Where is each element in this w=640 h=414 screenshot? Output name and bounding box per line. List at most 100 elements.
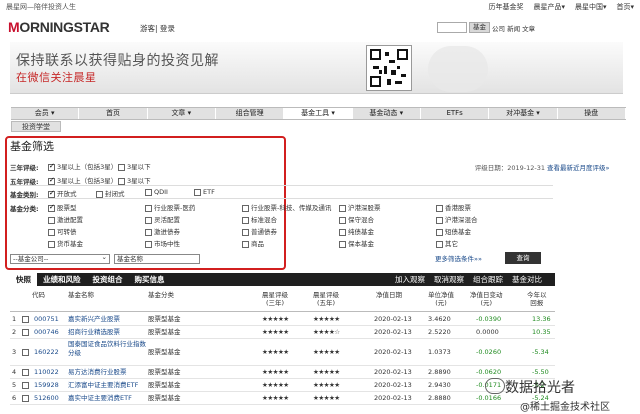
table-row[interactable]: 3 160222 国泰国证食品饮料行业指数分级 股票型基金 ★★★★★ ★★★★★ 2020… <box>10 339 555 366</box>
search-scope-options[interactable]: 公司 新闻 文章 <box>492 23 535 33</box>
col-rating3[interactable]: 晨星评级 (三年) <box>262 291 288 307</box>
table-row[interactable]: 2 000746 招商行业精选股票 股票型基金 ★★★★★ ★★★★☆ 2020-02-13… <box>10 326 555 339</box>
row-select-checkbox[interactable] <box>22 348 29 357</box>
tab-purchase-info[interactable]: 购买信息 <box>129 273 171 286</box>
search-fund-button[interactable]: 基金 <box>469 22 490 33</box>
fund-code-link[interactable]: 000751 <box>34 315 59 324</box>
fund-name-link[interactable]: 汇添富中证主要消费ETF <box>68 381 138 390</box>
fund-code-link[interactable]: 110022 <box>34 368 59 377</box>
row-select-checkbox[interactable] <box>22 394 29 403</box>
rating3-below-checkbox[interactable]: 3星以下 <box>118 161 151 171</box>
rating3-above-checkbox[interactable]: 3星以上（包括3星） <box>48 161 117 171</box>
col-ytd[interactable]: 今年以 回报 <box>527 291 547 307</box>
top-nav-awards[interactable]: 历年基金奖 <box>488 2 523 12</box>
wechat-icon <box>428 46 488 92</box>
category-checkbox[interactable]: 沪港深股票 <box>339 202 381 212</box>
category-checkbox[interactable]: 行业股票-医药 <box>145 202 195 212</box>
category-checkbox[interactable]: 普通债券 <box>242 226 277 236</box>
tab-investor-school[interactable]: 投资学堂 <box>11 121 61 132</box>
login-link[interactable]: 游客| 登录 <box>140 23 175 34</box>
fund-name-input[interactable]: 基金名称 <box>114 254 200 264</box>
morningstar-logo[interactable]: MORNINGSTAR <box>8 19 110 35</box>
type-open-checkbox[interactable]: 开放式 <box>48 188 77 198</box>
col-name[interactable]: 基金名称 <box>68 291 94 299</box>
tab-hedge-funds[interactable]: 对冲基金 ▾ <box>489 108 558 119</box>
col-nav[interactable]: 单位净值 (元) <box>428 291 454 307</box>
category-checkbox[interactable]: 货币基金 <box>48 238 83 248</box>
fund-company-select[interactable]: --基金公司-- <box>10 253 110 264</box>
fund-code-link[interactable]: 159928 <box>34 381 59 390</box>
col-category[interactable]: 基金分类 <box>148 291 174 299</box>
category-checkbox[interactable]: 保守混合 <box>339 214 374 224</box>
category-checkbox[interactable]: 纯债基金 <box>339 226 374 236</box>
category-checkbox[interactable]: 行业股票-科技、传媒及通讯 <box>242 202 331 212</box>
category-checkbox[interactable]: 香港股票 <box>436 202 471 212</box>
tab-trading[interactable]: 操盘 <box>558 108 626 119</box>
category-checkbox[interactable]: 商品 <box>242 238 264 248</box>
category-checkbox[interactable]: 激进配置 <box>48 214 83 224</box>
table-row[interactable]: 1 000751 嘉实新兴产业股票 股票型基金 ★★★★★ ★★★★★ 2020-02-13… <box>10 313 555 326</box>
category-checkbox[interactable]: 灵活配置 <box>145 214 180 224</box>
type-qdii-checkbox[interactable]: QDII <box>145 188 168 196</box>
add-watch-button[interactable]: 加入观察 <box>395 273 425 286</box>
remove-watch-button[interactable]: 取消观察 <box>434 273 464 286</box>
fund-code-link[interactable]: 160222 <box>34 348 59 357</box>
tab-etfs[interactable]: ETFs <box>421 108 490 119</box>
col-nav-change[interactable]: 净值日变动 (元) <box>470 291 503 307</box>
row-select-checkbox[interactable] <box>22 381 29 390</box>
category-checkbox[interactable]: 可转债 <box>48 226 77 236</box>
fund-name-link[interactable]: 嘉实新兴产业股票 <box>68 315 120 324</box>
top-nav-china[interactable]: 晨星中国▾ <box>575 2 607 12</box>
search-input[interactable] <box>437 22 467 33</box>
latest-rating-link[interactable]: 查看最新近月度评级» <box>547 162 609 172</box>
divider <box>10 198 553 199</box>
fund-code-link[interactable]: 000746 <box>34 328 59 337</box>
category-checkbox[interactable]: 市场中性 <box>145 238 180 248</box>
nav-date: 2020-02-13 <box>374 368 412 376</box>
tab-snapshot[interactable]: 快照 <box>10 273 37 286</box>
tab-articles[interactable]: 文章 ▾ <box>148 108 216 119</box>
rating5-below-checkbox[interactable]: 3星以下 <box>118 175 151 185</box>
row-select-checkbox[interactable] <box>22 315 29 324</box>
table-row[interactable]: 4 110022 易方达消费行业股票 股票型基金 ★★★★★ ★★★★★ 2020-02-1… <box>10 366 555 379</box>
category-checkbox[interactable]: 其它 <box>436 238 458 248</box>
tab-member[interactable]: 会员 ▾ <box>11 108 80 119</box>
category-checkbox[interactable]: 沪港深混合 <box>436 214 478 224</box>
top-nav-products[interactable]: 晨星产品▾ <box>533 2 565 12</box>
category-checkbox[interactable]: 保本基金 <box>339 238 374 248</box>
tab-fund-tools[interactable]: 基金工具 ▾ <box>284 108 353 119</box>
nav-date: 2020-02-13 <box>374 328 412 336</box>
fund-name-link[interactable]: 嘉实中证主要消费ETF <box>68 394 132 403</box>
fund-name-link[interactable]: 国泰国证食品饮料行业指数分级 <box>68 340 146 358</box>
category-checkbox[interactable]: 标准混合 <box>242 214 277 224</box>
rating5-above-checkbox[interactable]: 3星以上（包括3星） <box>48 175 117 185</box>
col-rating5[interactable]: 晨星评级 (五年) <box>313 291 339 307</box>
category-checkbox[interactable]: 股票型 <box>48 202 77 212</box>
col-code[interactable]: 代码 <box>32 291 45 299</box>
tab-fund-news[interactable]: 基金动态 ▾ <box>353 108 421 119</box>
query-button[interactable]: 查询 <box>505 252 541 264</box>
type-etf-checkbox[interactable]: ETF <box>194 188 215 196</box>
category-checkbox[interactable]: 短债基金 <box>436 226 471 236</box>
tab-portfolio[interactable]: 组合管理 <box>216 108 285 119</box>
fund-code-link[interactable]: 512600 <box>34 394 59 403</box>
portfolio-track-button[interactable]: 组合跟踪 <box>473 273 503 286</box>
table-row[interactable]: 5 159928 汇添富中证主要消费ETF 股票型基金 ★★★★★ ★★★★★ 2020-0… <box>10 379 555 392</box>
row-select-checkbox[interactable] <box>22 328 29 337</box>
more-filters-link[interactable]: 更多筛选条件»» <box>435 253 482 263</box>
fund-name-link[interactable]: 招商行业精选股票 <box>68 328 120 337</box>
fund-name-link[interactable]: 易方达消费行业股票 <box>68 368 127 377</box>
category-checkbox[interactable]: 激进债券 <box>145 226 180 236</box>
fund-category: 股票型基金 <box>148 315 181 323</box>
tab-portfolio-holdings[interactable]: 投资组合 <box>87 273 129 286</box>
tab-performance-risk[interactable]: 业绩和风险 <box>37 273 87 286</box>
col-nav-date[interactable]: 净值日期 <box>376 291 402 299</box>
compare-funds-button[interactable]: 基金对比 <box>512 273 542 286</box>
tab-home[interactable]: 首页 <box>79 108 148 119</box>
row-select-checkbox[interactable] <box>22 368 29 377</box>
fund-category: 股票型基金 <box>148 394 181 402</box>
top-nav-home[interactable]: 首页▾ <box>616 2 634 12</box>
site-slogan: 晨星网—陪伴投资人生 <box>6 3 76 11</box>
table-row[interactable]: 6 512600 嘉实中证主要消费ETF 股票型基金 ★★★★★ ★★★★★ 2020-02… <box>10 392 555 405</box>
type-closed-checkbox[interactable]: 封闭式 <box>96 188 125 198</box>
